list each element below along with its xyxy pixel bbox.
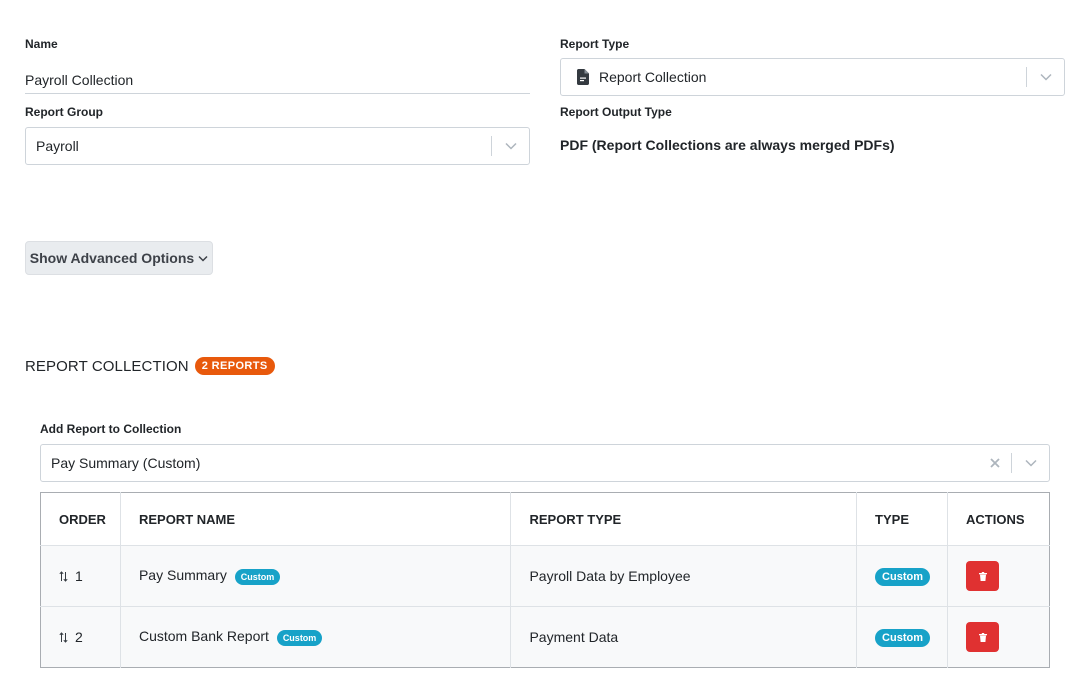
report-group-value: Payroll <box>36 138 79 154</box>
report-count-badge: 2 REPORTS <box>194 357 275 375</box>
report-name: Custom Bank Report <box>138 628 269 645</box>
report-name-cell: Custom Bank Report Custom <box>120 606 512 668</box>
order-value: 1 <box>75 568 83 584</box>
add-report-value: Pay Summary (Custom) <box>51 455 201 471</box>
type-badge: Custom <box>875 628 930 647</box>
add-report-label: Add Report to Collection <box>40 422 182 436</box>
custom-badge: Custom <box>276 629 323 646</box>
custom-badge: Custom <box>234 568 281 585</box>
actions-cell <box>947 545 1050 607</box>
report-name-cell: Pay Summary Custom <box>120 545 512 607</box>
chevron-down-icon[interactable] <box>1027 59 1064 95</box>
trash-icon <box>978 571 987 581</box>
order-value: 2 <box>75 629 83 645</box>
table-row: 2 Custom Bank Report Custom Payment Data… <box>40 606 1050 668</box>
document-icon <box>577 69 589 85</box>
table-row: 1 Pay Summary Custom Payroll Data by Emp… <box>40 545 1050 607</box>
type-cell: Custom <box>856 606 949 668</box>
reports-table: ORDER REPORT NAME REPORT TYPE TYPE ACTIO… <box>40 492 1050 668</box>
clear-icon[interactable] <box>979 445 1011 481</box>
order-cell: 2 <box>40 606 121 668</box>
output-type-value: PDF (Report Collections are always merge… <box>560 137 895 153</box>
chevron-down-icon[interactable] <box>1012 445 1049 481</box>
report-type-label: Report Type <box>560 37 630 51</box>
report-type-select[interactable]: Report Collection <box>560 58 1065 96</box>
delete-button[interactable] <box>966 561 1000 591</box>
report-group-label: Report Group <box>25 105 103 119</box>
show-advanced-options-label: Show Advanced Options <box>29 250 195 266</box>
report-type-value: Report Collection <box>599 69 707 85</box>
name-label: Name <box>25 37 58 51</box>
report-type-cell: Payment Data <box>510 606 858 668</box>
type-badge: Custom <box>875 567 930 586</box>
report-name: Pay Summary <box>138 567 227 584</box>
column-header-report-name: REPORT NAME <box>120 492 512 546</box>
drag-handle-icon[interactable] <box>59 570 68 582</box>
chevron-down-icon <box>198 255 208 262</box>
delete-button[interactable] <box>966 622 1000 652</box>
add-report-select[interactable]: Pay Summary (Custom) <box>40 444 1050 482</box>
table-header-row: ORDER REPORT NAME REPORT TYPE TYPE ACTIO… <box>40 492 1050 546</box>
type-cell: Custom <box>856 545 949 607</box>
column-header-actions: ACTIONS <box>947 492 1050 546</box>
report-type-cell: Payroll Data by Employee <box>510 545 858 607</box>
report-collection-header: REPORT COLLECTION 2 REPORTS <box>25 357 275 375</box>
column-header-order: ORDER <box>40 492 121 546</box>
chevron-down-icon[interactable] <box>492 128 529 164</box>
trash-icon <box>978 632 987 642</box>
report-group-select[interactable]: Payroll <box>25 127 530 165</box>
actions-cell <box>947 606 1050 668</box>
output-type-label: Report Output Type <box>560 105 672 119</box>
drag-handle-icon[interactable] <box>59 631 68 643</box>
show-advanced-options-button[interactable]: Show Advanced Options <box>25 241 213 275</box>
column-header-report-type: REPORT TYPE <box>510 492 858 546</box>
column-header-type: TYPE <box>856 492 949 546</box>
report-collection-title: REPORT COLLECTION <box>25 357 189 375</box>
order-cell: 1 <box>40 545 121 607</box>
name-input[interactable]: Payroll Collection <box>25 66 530 94</box>
